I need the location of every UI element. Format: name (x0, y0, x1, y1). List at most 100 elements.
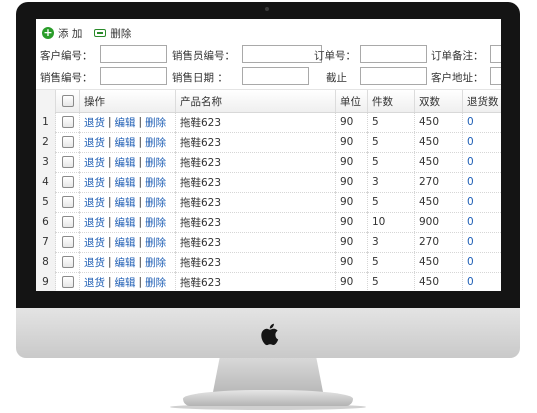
plus-circle-icon: + (42, 26, 54, 39)
table-row[interactable]: 7 退货 | 编辑 | 删除 拖鞋623 90 3 270 0 (36, 232, 501, 253)
row-checkbox[interactable] (61, 236, 74, 248)
returns-cell: 0 (467, 196, 474, 208)
header-select-all[interactable] (56, 90, 80, 112)
action-separator: | (108, 276, 112, 288)
row-checkbox[interactable] (61, 196, 74, 208)
unit-cell: 90 (336, 172, 368, 192)
edit-link[interactable]: 编辑 (115, 195, 136, 210)
product-name-cell: 拖鞋623 (176, 112, 336, 132)
monitor-stand-neck (213, 358, 323, 392)
return-link[interactable]: 退货 (84, 195, 105, 210)
row-checkbox[interactable] (61, 136, 74, 148)
row-checkbox-cell[interactable] (56, 232, 80, 252)
customer-no-input[interactable] (100, 45, 167, 63)
row-checkbox-cell[interactable] (56, 152, 80, 172)
pairs-cell: 450 (415, 132, 463, 152)
return-link[interactable]: 退货 (84, 155, 105, 170)
order-no-input[interactable] (360, 45, 427, 63)
table-row[interactable]: 4 退货 | 编辑 | 删除 拖鞋623 90 3 270 0 (36, 172, 501, 193)
edit-link[interactable]: 编辑 (115, 115, 136, 130)
header-pairs[interactable]: 双数 (415, 90, 463, 112)
edit-link[interactable]: 编辑 (115, 215, 136, 230)
row-checkbox-cell[interactable] (56, 192, 80, 212)
row-checkbox-cell[interactable] (56, 132, 80, 152)
edit-link[interactable]: 编辑 (115, 175, 136, 190)
header-pieces[interactable]: 件数 (368, 90, 415, 112)
edit-link[interactable]: 编辑 (115, 275, 136, 290)
delete-link[interactable]: 删除 (145, 215, 166, 230)
row-checkbox-cell[interactable] (56, 252, 80, 272)
row-checkbox[interactable] (61, 256, 74, 268)
row-checkbox-cell[interactable] (56, 272, 80, 291)
sales-no-input[interactable] (100, 67, 167, 85)
delete-link[interactable]: 删除 (145, 255, 166, 270)
row-checkbox-cell[interactable] (56, 212, 80, 232)
returns-cell: 0 (467, 156, 474, 168)
row-checkbox[interactable] (61, 216, 74, 228)
order-no-label: 订单号： (314, 50, 356, 62)
returns-cell: 0 (467, 276, 474, 288)
action-separator: | (138, 236, 143, 248)
action-separator: | (138, 156, 143, 168)
salesperson-no-input[interactable] (242, 45, 322, 63)
add-button[interactable]: + 添 加 (42, 26, 82, 41)
product-name-cell: 拖鞋623 (176, 172, 336, 192)
delete-link[interactable]: 删除 (145, 115, 166, 130)
edit-link[interactable]: 编辑 (115, 135, 136, 150)
action-separator: | (138, 136, 143, 148)
header-returns[interactable]: 退货数 (463, 90, 501, 112)
until-date-input[interactable] (360, 67, 427, 85)
return-link[interactable]: 退货 (84, 235, 105, 250)
pairs-cell: 270 (415, 172, 463, 192)
pairs-cell: 450 (415, 192, 463, 212)
return-link[interactable]: 退货 (84, 175, 105, 190)
table-row[interactable]: 2 退货 | 编辑 | 删除 拖鞋623 90 5 450 0 (36, 132, 501, 153)
return-link[interactable]: 退货 (84, 275, 105, 290)
row-checkbox[interactable] (61, 156, 74, 168)
table-row[interactable]: 8 退货 | 编辑 | 删除 拖鞋623 90 5 450 0 (36, 252, 501, 273)
table-row[interactable]: 6 退货 | 编辑 | 删除 拖鞋623 90 10 900 0 (36, 212, 501, 233)
action-separator: | (138, 196, 143, 208)
header-unit[interactable]: 单位 (336, 90, 368, 112)
order-note-input[interactable] (490, 45, 501, 63)
table-row[interactable]: 3 退货 | 编辑 | 删除 拖鞋623 90 5 450 0 (36, 152, 501, 173)
return-link[interactable]: 退货 (84, 135, 105, 150)
table-row[interactable]: 1 退货 | 编辑 | 删除 拖鞋623 90 5 450 0 (36, 112, 501, 133)
row-number: 6 (36, 212, 56, 232)
row-checkbox[interactable] (61, 276, 74, 288)
table-row[interactable]: 9 退货 | 编辑 | 删除 拖鞋623 90 5 450 0 (36, 272, 501, 291)
delete-link[interactable]: 删除 (145, 235, 166, 250)
action-separator: | (108, 176, 112, 188)
unit-cell: 90 (336, 112, 368, 132)
edit-link[interactable]: 编辑 (115, 235, 136, 250)
unit-cell: 90 (336, 232, 368, 252)
action-separator: | (138, 116, 143, 128)
delete-link[interactable]: 删除 (145, 195, 166, 210)
sales-date-input[interactable] (242, 67, 309, 85)
delete-link[interactable]: 删除 (145, 155, 166, 170)
return-link[interactable]: 退货 (84, 215, 105, 230)
customer-address-input[interactable] (490, 67, 501, 85)
action-separator: | (138, 276, 143, 288)
product-name-cell: 拖鞋623 (176, 212, 336, 232)
edit-link[interactable]: 编辑 (115, 255, 136, 270)
header-product-name[interactable]: 产品名称 (176, 90, 336, 112)
order-note-label: 订单备注： (431, 50, 484, 62)
pieces-cell: 5 (368, 272, 415, 291)
delete-link[interactable]: 删除 (145, 275, 166, 290)
pieces-cell: 5 (368, 112, 415, 132)
return-link[interactable]: 退货 (84, 255, 105, 270)
row-checkbox-cell[interactable] (56, 112, 80, 132)
delete-link[interactable]: 删除 (145, 135, 166, 150)
action-separator: | (108, 256, 112, 268)
delete-button[interactable]: 删除 (94, 26, 131, 41)
row-checkbox[interactable] (61, 176, 74, 188)
delete-link[interactable]: 删除 (145, 175, 166, 190)
row-checkbox-cell[interactable] (56, 172, 80, 192)
row-checkbox[interactable] (61, 116, 74, 128)
action-separator: | (108, 236, 112, 248)
edit-link[interactable]: 编辑 (115, 155, 136, 170)
table-row[interactable]: 5 退货 | 编辑 | 删除 拖鞋623 90 5 450 0 (36, 192, 501, 213)
select-all-checkbox[interactable] (61, 95, 74, 107)
return-link[interactable]: 退货 (84, 115, 105, 130)
